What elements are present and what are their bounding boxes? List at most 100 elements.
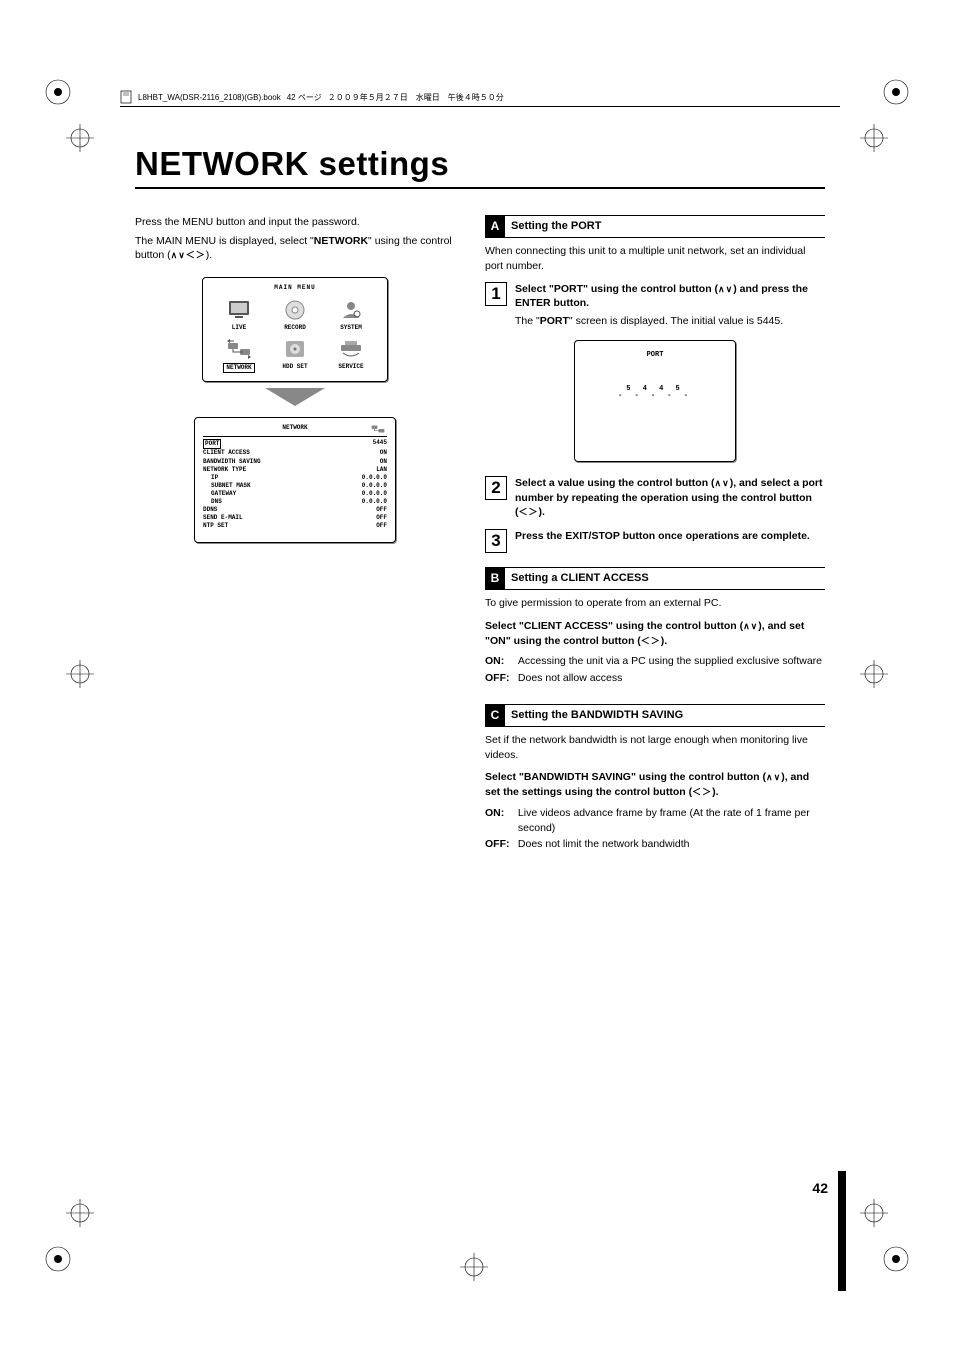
row-value: ON <box>380 449 387 457</box>
step-number: 1 <box>485 282 507 306</box>
page-title: NETWORK settings <box>135 145 825 183</box>
down-arrow-icon <box>135 388 455 411</box>
step-1: 1 Select "PORT" using the control button… <box>485 282 825 332</box>
step-2: 2 Select a value using the control butto… <box>485 476 825 523</box>
row-key: SUBNET MASK <box>203 482 251 490</box>
section-c-header: C Setting the BANDWIDTH SAVING <box>485 704 825 727</box>
source-date: ２００９年５月２７日 水曜日 午後４時５０分 <box>328 92 504 103</box>
section-title: Setting the PORT <box>505 216 607 237</box>
step-3: 3 Press the EXIT/STOP button once operat… <box>485 529 825 553</box>
source-filename: L8HBT_WA(DSR-2116_2108)(GB).book <box>138 93 281 102</box>
crop-mark-icon <box>882 78 910 106</box>
row-value: 0.0.0.0 <box>362 482 387 490</box>
section-letter: C <box>485 705 505 726</box>
intro-line: The MAIN MENU is displayed, select "NETW… <box>135 234 455 263</box>
section-c-instruction: Select "BANDWIDTH SAVING" using the cont… <box>485 770 825 799</box>
updown-icon: ∧∨ <box>715 478 730 488</box>
register-mark-icon <box>66 660 94 688</box>
network-menu-row[interactable]: IP 0.0.0.0 <box>203 474 387 482</box>
disc-icon <box>281 298 309 322</box>
intro-text: Press the MENU button and input the pass… <box>135 215 455 263</box>
network-icon <box>225 337 253 361</box>
row-value: 0.0.0.0 <box>362 490 387 498</box>
step-instruction: Press the EXIT/STOP button once operatio… <box>515 529 825 544</box>
section-letter: B <box>485 568 505 589</box>
network-menu-row[interactable]: NTP SET OFF <box>203 522 387 530</box>
row-value: 5445 <box>373 439 387 449</box>
source-page: 42 ページ <box>287 92 322 103</box>
row-key: BANDWIDTH SAVING <box>203 458 261 466</box>
port-underline: - - - - - <box>575 392 735 402</box>
menu-item-hdd-set[interactable]: HDD SET <box>267 337 323 373</box>
section-c-intro: Set if the network bandwidth is not larg… <box>485 733 825 762</box>
step-number: 3 <box>485 529 507 553</box>
step-instruction: Select "PORT" using the control button (… <box>515 282 825 311</box>
row-value: OFF <box>376 514 387 522</box>
network-menu-title: NETWORK <box>282 424 307 432</box>
row-value: OFF <box>376 522 387 530</box>
section-b-intro: To give permission to operate from an ex… <box>485 596 825 611</box>
row-key: DDNS <box>203 506 217 514</box>
menu-item-system[interactable]: SYSTEM <box>323 298 379 332</box>
step-number: 2 <box>485 476 507 500</box>
menu-item-record[interactable]: RECORD <box>267 298 323 332</box>
leftright-icon: ＜＞ <box>519 507 539 517</box>
network-menu-row[interactable]: NETWORK TYPE LAN <box>203 466 387 474</box>
updown-icon: ∧∨ <box>766 772 781 782</box>
crop-mark-icon <box>44 78 72 106</box>
network-menu-row[interactable]: SUBNET MASK 0.0.0.0 <box>203 482 387 490</box>
menu-item-live[interactable]: LIVE <box>211 298 267 332</box>
port-panel-title: PORT <box>575 351 735 361</box>
section-title: Setting the BANDWIDTH SAVING <box>505 705 689 726</box>
row-value: LAN <box>376 466 387 474</box>
menu-item-network[interactable]: NETWORK <box>211 337 267 373</box>
row-value: ON <box>380 458 387 466</box>
user-gear-icon <box>337 298 365 322</box>
row-key: DNS <box>203 498 222 506</box>
updown-icon: ∧∨ <box>743 621 758 631</box>
register-mark-icon <box>860 1199 888 1227</box>
row-value: OFF <box>376 506 387 514</box>
main-menu-title: MAIN MENU <box>203 284 387 292</box>
definition-off: OFF: Does not allow access <box>485 671 825 686</box>
network-menu-row[interactable]: CLIENT ACCESS ON <box>203 449 387 457</box>
title-rule <box>135 187 825 189</box>
menu-item-service[interactable]: SERVICE <box>323 337 379 373</box>
hdd-icon <box>281 337 309 361</box>
network-menu-row[interactable]: PORT5445 <box>203 439 387 449</box>
section-title: Setting a CLIENT ACCESS <box>505 568 655 589</box>
intro-line: Press the MENU button and input the pass… <box>135 215 455 230</box>
crop-mark-icon <box>44 1245 72 1273</box>
book-icon <box>120 90 132 104</box>
register-mark-icon <box>860 660 888 688</box>
definition-on: ON: Live videos advance frame by frame (… <box>485 806 825 835</box>
section-tab-icon <box>838 1171 846 1291</box>
row-key: IP <box>203 474 218 482</box>
source-file-header: L8HBT_WA(DSR-2116_2108)(GB).book 42 ページ … <box>120 90 840 107</box>
row-key: CLIENT ACCESS <box>203 449 250 457</box>
row-key: NTP SET <box>203 522 228 530</box>
network-menu-row[interactable]: SEND E-MAILOFF <box>203 514 387 522</box>
definition-off: OFF: Does not limit the network bandwidt… <box>485 837 825 852</box>
service-icon <box>337 337 365 361</box>
network-icon <box>369 422 387 439</box>
monitor-icon <box>225 298 253 322</box>
arrow-glyphs-icon: ∧∨＜＞ <box>171 250 206 260</box>
register-mark-icon <box>66 124 94 152</box>
network-menu-row[interactable]: BANDWIDTH SAVING ON <box>203 458 387 466</box>
crop-mark-icon <box>882 1245 910 1273</box>
network-menu-panel: NETWORK PORT5445CLIENT ACCESSONBANDWIDTH… <box>194 417 396 543</box>
network-menu-row[interactable]: DDNS OFF <box>203 506 387 514</box>
leftright-icon: ＜＞ <box>692 787 712 797</box>
section-letter: A <box>485 216 505 237</box>
row-key: NETWORK TYPE <box>203 466 246 474</box>
port-screen-panel: PORT 5 4 4 5 - - - - - <box>574 340 736 462</box>
network-menu-row[interactable]: DNS0.0.0.0 <box>203 498 387 506</box>
register-mark-icon <box>66 1199 94 1227</box>
network-menu-row[interactable]: GATEWAY0.0.0.0 <box>203 490 387 498</box>
row-value: 0.0.0.0 <box>362 474 387 482</box>
step-instruction: Select a value using the control button … <box>515 476 825 520</box>
leftright-icon: ＜＞ <box>641 636 661 646</box>
section-a-header: A Setting the PORT <box>485 215 825 238</box>
section-a-intro: When connecting this unit to a multiple … <box>485 244 825 273</box>
